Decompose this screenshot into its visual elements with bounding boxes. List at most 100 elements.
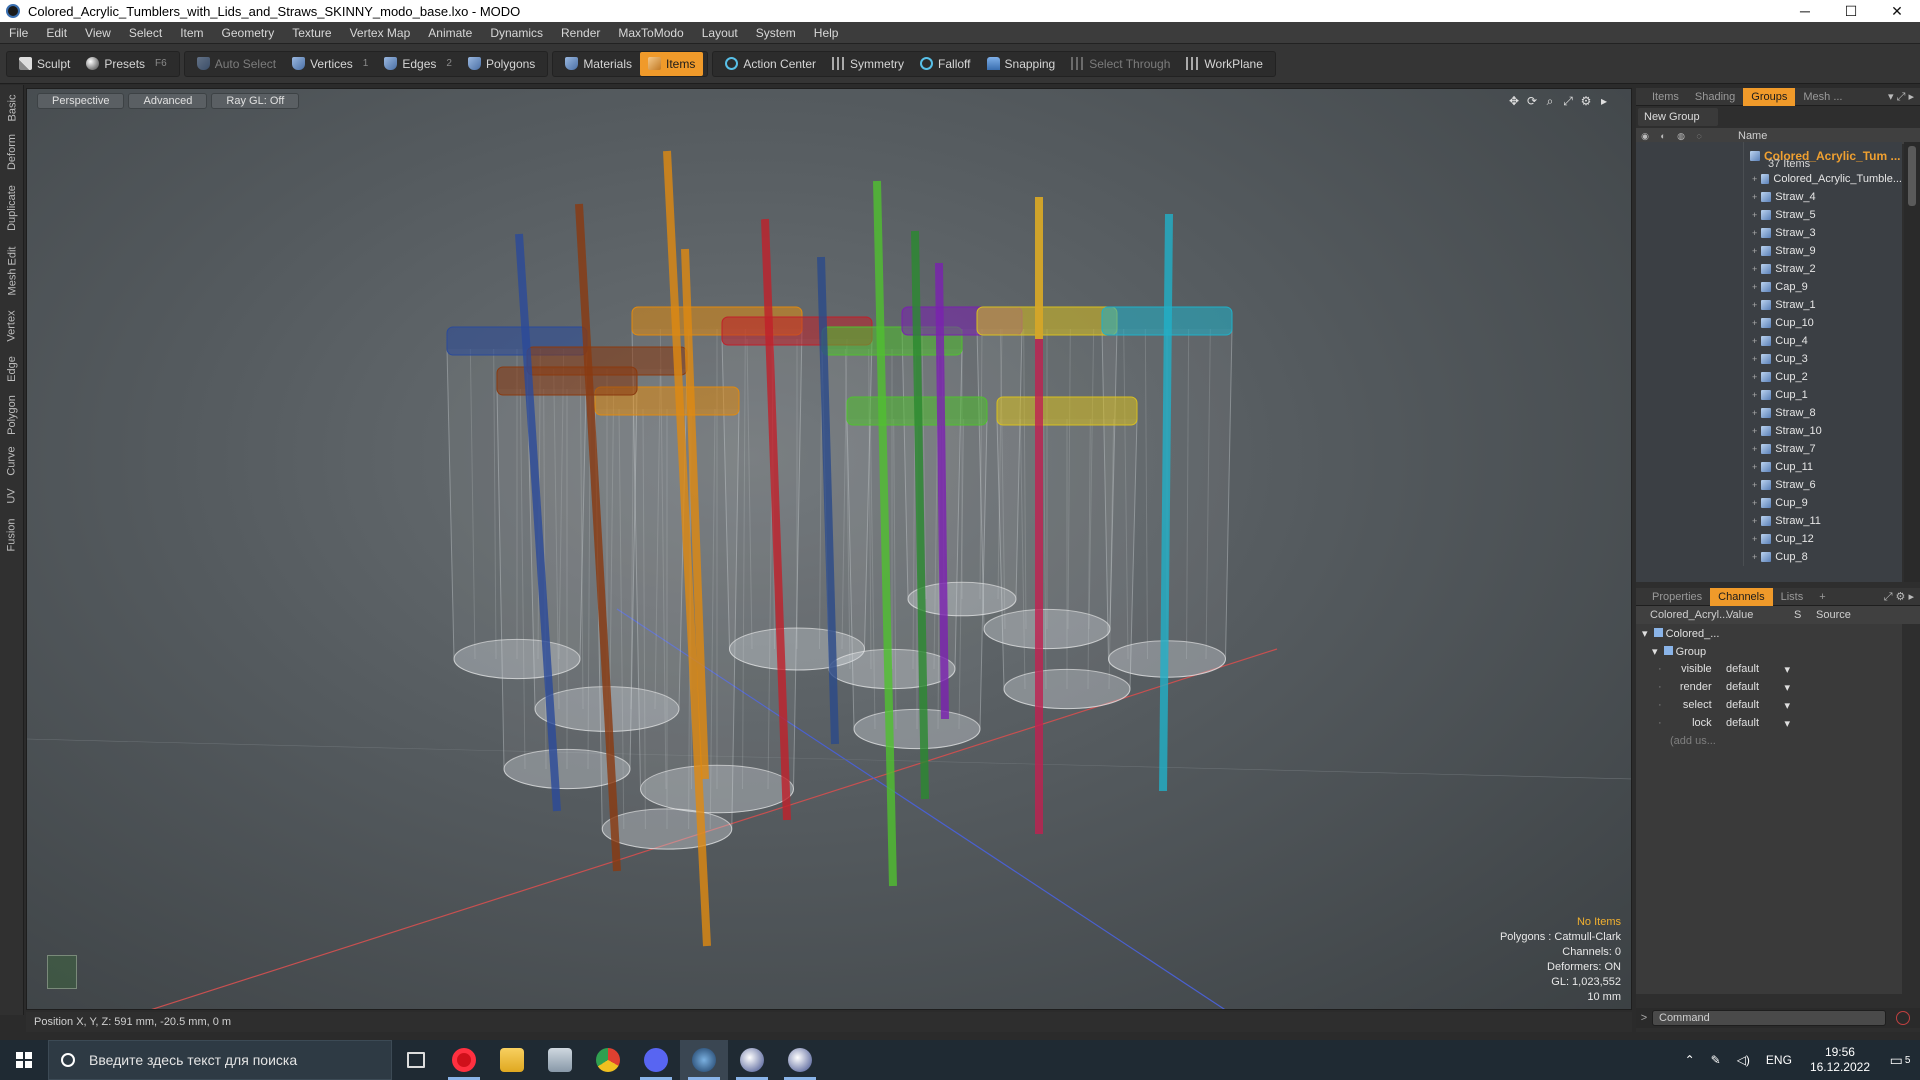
falloff-button[interactable]: Falloff xyxy=(912,52,978,76)
channel-row[interactable]: · lock default ▾ xyxy=(1636,714,1902,732)
select-column-icon[interactable]: ◌ xyxy=(1690,131,1708,141)
tab-properties[interactable]: Properties xyxy=(1644,588,1710,606)
menu-maxtomodo[interactable]: MaxToModo xyxy=(609,22,692,44)
tree-expand-icon[interactable]: + xyxy=(1752,390,1757,400)
tree-item-row[interactable]: + Cup_2 xyxy=(1636,368,1902,386)
cinema4d-app-2[interactable] xyxy=(776,1040,824,1080)
tree-item-toggles[interactable] xyxy=(1636,350,1744,368)
channel-value-dropdown[interactable]: default ▾ xyxy=(1722,699,1794,712)
tree-item-row[interactable]: + Straw_9 xyxy=(1636,242,1902,260)
tree-item-toggles[interactable] xyxy=(1636,332,1744,350)
tab-basic[interactable]: Basic xyxy=(2,91,22,125)
symmetry-button[interactable]: Symmetry xyxy=(824,52,912,76)
tree-expand-icon[interactable]: + xyxy=(1752,552,1757,562)
tree-item-row[interactable]: + Cup_11 xyxy=(1636,458,1902,476)
menu-layout[interactable]: Layout xyxy=(693,22,747,44)
action-center-button[interactable]: Action Center xyxy=(717,52,824,76)
tree-item-row[interactable]: + Straw_8 xyxy=(1636,404,1902,422)
tab-curve[interactable]: Curve xyxy=(2,443,22,479)
snapping-button[interactable]: Snapping xyxy=(979,52,1064,76)
channel-row[interactable]: · select default ▾ xyxy=(1636,696,1902,714)
tree-item-row[interactable]: + Straw_3 xyxy=(1636,224,1902,242)
modo-app[interactable] xyxy=(680,1040,728,1080)
channel-value-dropdown[interactable]: default ▾ xyxy=(1722,717,1794,730)
tree-item-row[interactable]: + Cup_9 xyxy=(1636,494,1902,512)
tree-item-toggles[interactable] xyxy=(1636,278,1744,296)
tree-expand-icon[interactable]: + xyxy=(1752,228,1757,238)
tree-item-row[interactable]: + Straw_5 xyxy=(1636,206,1902,224)
channel-group-row[interactable]: ▾ Group xyxy=(1636,642,1902,660)
menu-animate[interactable]: Animate xyxy=(419,22,481,44)
tree-item-toggles[interactable] xyxy=(1636,386,1744,404)
channels-panel-menu-icon[interactable]: ⤢ ⚙ ▸ xyxy=(1884,590,1920,604)
command-history-icon[interactable] xyxy=(1896,1011,1910,1025)
tree-item-row[interactable]: + Straw_7 xyxy=(1636,440,1902,458)
menu-view[interactable]: View xyxy=(76,22,120,44)
tree-item-row[interactable]: + Cup_4 xyxy=(1636,332,1902,350)
chrome-app[interactable] xyxy=(584,1040,632,1080)
channel-value-dropdown[interactable]: default ▾ xyxy=(1722,663,1794,676)
sculpt-button[interactable]: Sculpt xyxy=(11,52,78,76)
tree-expand-icon[interactable]: + xyxy=(1752,498,1757,508)
materials-button[interactable]: Materials xyxy=(557,52,640,76)
command-input[interactable]: Command xyxy=(1652,1010,1886,1026)
tree-item-row[interactable]: + Straw_4 xyxy=(1636,188,1902,206)
tree-expand-icon[interactable]: + xyxy=(1752,408,1757,418)
tree-item-toggles[interactable] xyxy=(1636,548,1744,566)
tab-shading[interactable]: Shading xyxy=(1687,88,1743,106)
fit-view-icon[interactable]: ⤢ xyxy=(1559,93,1577,109)
tree-item-row[interactable]: + Cup_12 xyxy=(1636,530,1902,548)
add-user-channel-row[interactable]: (add us... xyxy=(1636,732,1902,750)
discord-app[interactable] xyxy=(632,1040,680,1080)
minimize-button[interactable]: ─ xyxy=(1782,0,1828,22)
notifications-button[interactable]: ▭ 5 xyxy=(1880,1052,1920,1069)
visibility-column-icon[interactable]: ◉ xyxy=(1636,131,1654,142)
tree-item-toggles[interactable] xyxy=(1636,242,1744,260)
tree-expand-icon[interactable]: + xyxy=(1752,192,1757,202)
tree-expand-icon[interactable]: + xyxy=(1752,480,1757,490)
viewport-expand-icon[interactable]: ▸ xyxy=(1595,93,1613,109)
menu-help[interactable]: Help xyxy=(805,22,848,44)
tab-duplicate[interactable]: Duplicate xyxy=(2,179,22,237)
group-row[interactable]: Colored_Acrylic_Tum ... 37 Items xyxy=(1636,142,1902,170)
opera-app[interactable] xyxy=(440,1040,488,1080)
tab-deform[interactable]: Deform xyxy=(2,129,22,175)
tree-expand-icon[interactable]: + xyxy=(1752,210,1757,220)
render-column-icon[interactable]: ◐ xyxy=(1654,131,1672,141)
auto-select-button[interactable]: Auto Select xyxy=(189,52,284,76)
tab-mesh[interactable]: Mesh ... xyxy=(1795,88,1850,106)
file-explorer-app[interactable] xyxy=(488,1040,536,1080)
items-button[interactable]: Items xyxy=(640,51,704,76)
close-button[interactable]: ✕ xyxy=(1874,0,1920,22)
edges-button[interactable]: Edges 2 xyxy=(376,52,460,76)
tree-expand-icon[interactable]: + xyxy=(1752,534,1757,544)
tree-item-toggles[interactable] xyxy=(1636,314,1744,332)
tree-item-row[interactable]: + Straw_11 xyxy=(1636,512,1902,530)
tree-item-toggles[interactable] xyxy=(1636,170,1744,188)
tree-expand-icon[interactable]: + xyxy=(1752,174,1757,184)
tab-channels[interactable]: Channels xyxy=(1710,587,1773,606)
tree-expand-icon[interactable]: + xyxy=(1752,264,1757,274)
tab-mesh-edit[interactable]: Mesh Edit xyxy=(2,241,22,301)
tree-item-toggles[interactable] xyxy=(1636,188,1744,206)
workplane-button[interactable]: WorkPlane xyxy=(1178,52,1270,76)
tree-item-toggles[interactable] xyxy=(1636,440,1744,458)
menu-dynamics[interactable]: Dynamics xyxy=(481,22,552,44)
perspective-tab[interactable]: Perspective xyxy=(37,93,125,109)
clock[interactable]: 19:56 16.12.2022 xyxy=(1800,1045,1880,1075)
new-group-button[interactable]: New Group xyxy=(1638,108,1718,126)
menu-vertex-map[interactable]: Vertex Map xyxy=(341,22,420,44)
tree-item-toggles[interactable] xyxy=(1636,422,1744,440)
tree-item-toggles[interactable] xyxy=(1636,368,1744,386)
tree-item-row[interactable]: + Straw_6 xyxy=(1636,476,1902,494)
tree-item-toggles[interactable] xyxy=(1636,224,1744,242)
tree-item-toggles[interactable] xyxy=(1636,206,1744,224)
viewport-settings-icon[interactable]: ⚙ xyxy=(1577,93,1595,109)
volume-icon[interactable]: ◁) xyxy=(1729,1053,1758,1067)
tree-expand-icon[interactable]: + xyxy=(1752,354,1757,364)
channel-row[interactable]: · render default ▾ xyxy=(1636,678,1902,696)
tab-vertex[interactable]: Vertex xyxy=(2,305,22,347)
tab-groups[interactable]: Groups xyxy=(1743,87,1796,106)
channel-row[interactable]: · visible default ▾ xyxy=(1636,660,1902,678)
tree-expand-icon[interactable]: + xyxy=(1752,516,1757,526)
